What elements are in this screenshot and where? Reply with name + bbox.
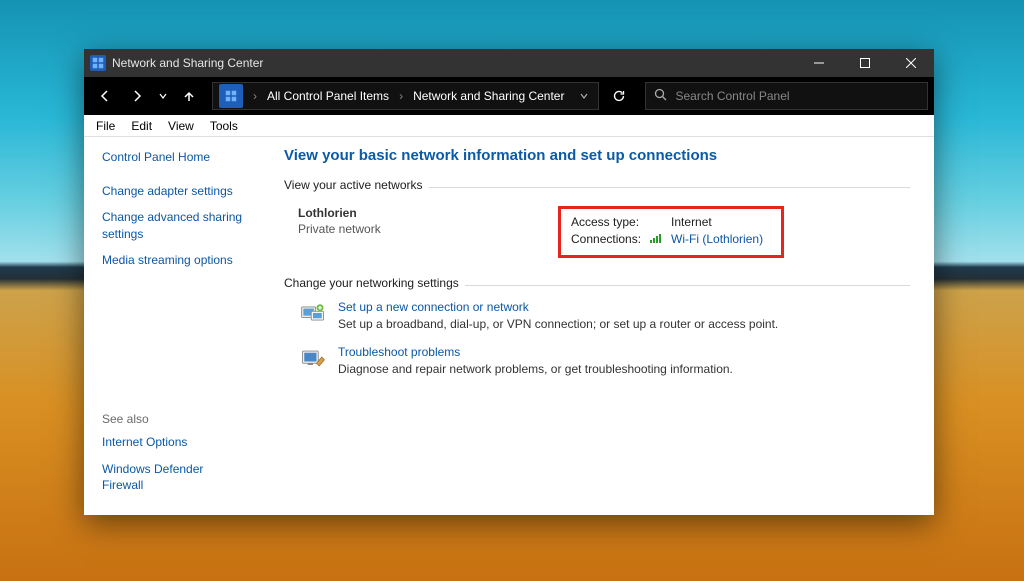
window-body: Control Panel Home Change adapter settin…	[84, 137, 934, 515]
maximize-button[interactable]	[842, 49, 888, 77]
menu-tools[interactable]: Tools	[202, 115, 246, 136]
up-button[interactable]	[174, 82, 204, 110]
window-controls	[796, 49, 934, 77]
breadcrumb-current[interactable]: Network and Sharing Center	[407, 83, 570, 109]
breadcrumb-dropdown[interactable]	[570, 91, 598, 101]
task-new-connection-link[interactable]: Set up a new connection or network	[338, 300, 778, 314]
see-also-internet-options[interactable]: Internet Options	[102, 434, 248, 450]
task-new-connection: Set up a new connection or network Set u…	[298, 300, 910, 331]
menu-view[interactable]: View	[160, 115, 202, 136]
new-connection-icon	[298, 300, 328, 326]
network-name: Lothlorien	[298, 206, 518, 220]
connection-link[interactable]: Wi-Fi (Lothlorien)	[671, 232, 763, 247]
sidebar-item-adapter[interactable]: Change adapter settings	[102, 183, 248, 199]
back-button[interactable]	[90, 82, 120, 110]
active-network: Lothlorien Private network Access type: …	[284, 206, 910, 258]
chevron-right-icon[interactable]: ›	[395, 89, 407, 103]
task-troubleshoot-desc: Diagnose and repair network problems, or…	[338, 362, 733, 376]
forward-button[interactable]	[122, 82, 152, 110]
task-list: Set up a new connection or network Set u…	[284, 300, 910, 376]
task-new-connection-desc: Set up a broadband, dial-up, or VPN conn…	[338, 317, 778, 331]
titlebar: Network and Sharing Center	[84, 49, 934, 77]
control-panel-icon[interactable]	[219, 84, 243, 108]
sidebar: Control Panel Home Change adapter settin…	[84, 137, 264, 515]
see-also-firewall[interactable]: Windows Defender Firewall	[102, 461, 248, 493]
search-icon	[654, 88, 667, 104]
see-also-label: See also	[102, 412, 248, 426]
troubleshoot-icon	[298, 345, 328, 371]
menu-edit[interactable]: Edit	[123, 115, 160, 136]
access-type-label: Access type:	[571, 215, 641, 229]
menubar: File Edit View Tools	[84, 115, 934, 137]
active-networks-label: View your active networks	[284, 178, 423, 192]
navigation-toolbar: › All Control Panel Items › Network and …	[84, 77, 934, 115]
minimize-button[interactable]	[796, 49, 842, 77]
task-troubleshoot: Troubleshoot problems Diagnose and repai…	[298, 345, 910, 376]
sidebar-item-media[interactable]: Media streaming options	[102, 252, 248, 268]
task-troubleshoot-link[interactable]: Troubleshoot problems	[338, 345, 733, 359]
breadcrumb: › All Control Panel Items › Network and …	[212, 82, 599, 110]
close-button[interactable]	[888, 49, 934, 77]
window: Network and Sharing Center	[84, 49, 934, 515]
history-dropdown[interactable]	[154, 82, 172, 110]
search-input[interactable]	[675, 89, 919, 103]
sidebar-item-sharing[interactable]: Change advanced sharing settings	[102, 209, 248, 241]
access-type-value: Internet	[671, 215, 763, 229]
window-title: Network and Sharing Center	[112, 56, 263, 70]
search-box[interactable]	[645, 82, 928, 110]
page-title: View your basic network information and …	[284, 147, 910, 164]
chevron-right-icon[interactable]: ›	[249, 89, 261, 103]
sidebar-home[interactable]: Control Panel Home	[102, 149, 248, 165]
wifi-signal-icon	[649, 232, 663, 247]
network-profile: Private network	[298, 222, 518, 236]
content-pane: View your basic network information and …	[264, 137, 934, 515]
menu-file[interactable]: File	[88, 115, 123, 136]
app-icon	[90, 55, 106, 71]
connections-label: Connections:	[571, 232, 641, 247]
refresh-button[interactable]	[603, 89, 635, 103]
breadcrumb-all-items[interactable]: All Control Panel Items	[261, 83, 395, 109]
highlight-box: Access type: Internet Connections: Wi-Fi…	[558, 206, 784, 258]
networking-settings-label: Change your networking settings	[284, 276, 459, 290]
